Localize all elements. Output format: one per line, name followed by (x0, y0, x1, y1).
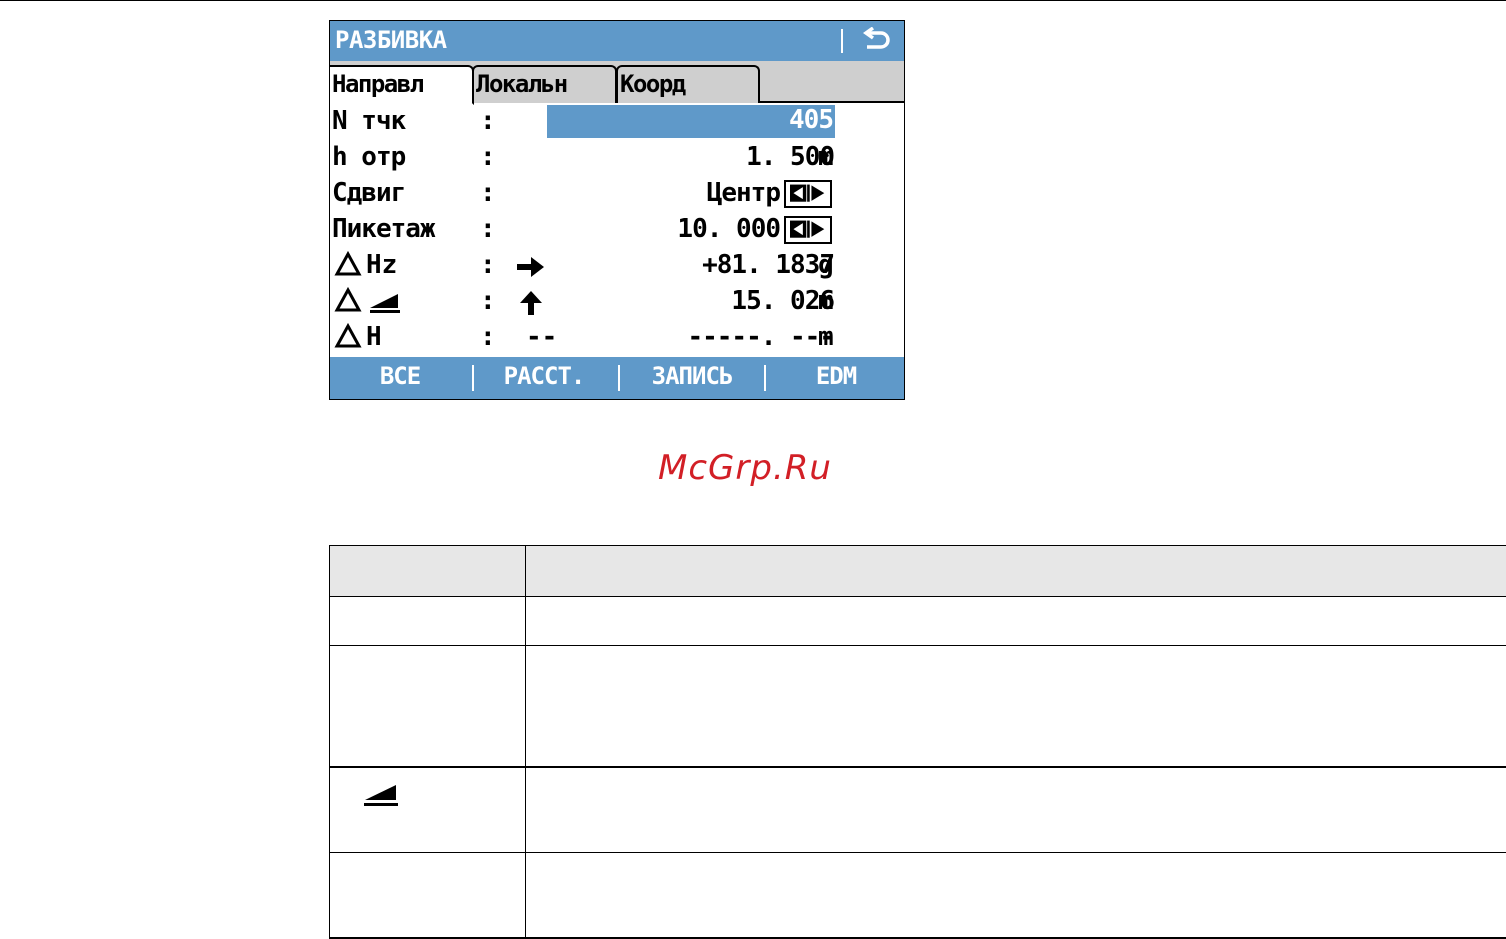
tab-coords-label: Коорд (620, 70, 686, 98)
point-id-input[interactable]: 405 (547, 105, 835, 138)
tab-direction[interactable]: Направл (330, 65, 474, 105)
field-label: h отр (332, 142, 406, 172)
delta-hz-value: +81. 1837 (702, 250, 835, 280)
offset-value: Центр (706, 178, 781, 208)
field-label: Пикетаж (332, 214, 436, 244)
softkey-all[interactable]: ВСЕ (330, 362, 470, 390)
table-rule (329, 645, 1506, 646)
table-header (329, 546, 1506, 596)
left-right-toggle-icon[interactable] (784, 180, 832, 208)
field-colon: : (480, 106, 496, 136)
field-colon: : (480, 214, 496, 244)
field-label: Hz (366, 250, 398, 280)
field-colon: : (480, 142, 496, 172)
softkey-record[interactable]: ЗАПИСЬ (622, 362, 762, 390)
table-rule (329, 852, 1506, 853)
field-colon: : (480, 286, 496, 316)
softkey-separator (472, 365, 474, 391)
table-rule (329, 596, 1506, 597)
softkey-bar: ВСЕ РАССТ. ЗАПИСЬ EDM (330, 357, 904, 399)
softkey-separator (618, 365, 620, 391)
up-arrow-icon (520, 291, 542, 315)
no-direction-dashes: -- (526, 322, 558, 352)
field-point-id[interactable]: N тчк : 405 (330, 104, 904, 140)
delta-height-value: -----. --- (687, 322, 835, 352)
right-arrow-icon (517, 257, 544, 277)
chainage-value: 10. 000 (677, 214, 781, 244)
table-rule (329, 545, 1506, 546)
description-table (329, 545, 1506, 939)
stakeout-screen: РАЗБИВКА Локальн Коорд Направл N тчк : 4… (329, 20, 905, 400)
tab-coords[interactable]: Коорд (616, 65, 760, 103)
table-rule (525, 545, 526, 939)
title-bar: РАЗБИВКА (330, 21, 904, 61)
field-label: N тчк (332, 106, 406, 136)
delta-icon (334, 251, 362, 276)
left-right-toggle-icon[interactable] (784, 216, 832, 244)
tab-strip: Локальн Коорд Направл (330, 61, 904, 105)
field-unit: m (818, 322, 834, 352)
softkey-separator (764, 365, 766, 391)
delta-icon (334, 287, 362, 312)
field-colon: : (480, 250, 496, 280)
table-rule (329, 545, 330, 939)
field-delta-hz: Hz : +81. 1837 g (330, 248, 904, 284)
tab-direction-label: Направл (332, 70, 424, 98)
field-delta-height: H : -- -----. --- m (330, 320, 904, 356)
field-unit: g (818, 250, 834, 280)
field-delta-slope: : 15. 026 m (330, 284, 904, 320)
field-offset[interactable]: Сдвиг : Центр (330, 176, 904, 212)
field-unit: m (818, 142, 834, 172)
field-label: H (366, 322, 382, 352)
field-unit: m (818, 286, 834, 316)
title-separator (841, 29, 843, 53)
field-reflector-height[interactable]: h отр : 1. 500 m (330, 140, 904, 176)
field-label: Сдвиг (332, 178, 406, 208)
field-list: N тчк : 405 h отр : 1. 500 m Сдвиг : Цен… (330, 104, 904, 356)
screen-title: РАЗБИВКА (335, 26, 447, 54)
softkey-edm[interactable]: EDM (768, 362, 904, 390)
table-rule (329, 766, 1506, 768)
field-chainage[interactable]: Пикетаж : 10. 000 (330, 212, 904, 248)
page-top-rule (0, 0, 1506, 1)
softkey-distance[interactable]: РАССТ. (476, 362, 612, 390)
slope-distance-icon (364, 785, 398, 806)
field-colon: : (480, 322, 496, 352)
tab-local[interactable]: Локальн (472, 65, 617, 103)
slope-distance-icon (370, 294, 400, 313)
tab-local-label: Локальн (476, 70, 568, 98)
watermark: McGrp.Ru (658, 448, 832, 488)
delta-icon (334, 323, 362, 348)
return-arrow-icon[interactable] (862, 27, 892, 55)
field-colon: : (480, 178, 496, 208)
